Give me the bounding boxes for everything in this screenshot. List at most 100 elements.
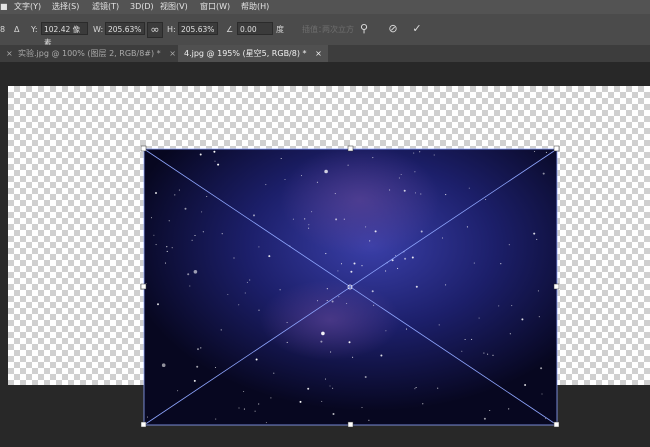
star xyxy=(166,246,168,248)
star xyxy=(389,189,391,191)
star xyxy=(166,250,168,252)
star xyxy=(197,348,199,351)
star xyxy=(316,300,319,302)
star xyxy=(419,151,421,153)
star xyxy=(193,379,196,382)
star xyxy=(405,328,408,330)
star xyxy=(265,184,267,186)
star xyxy=(353,262,356,265)
star xyxy=(364,376,367,378)
star xyxy=(265,422,267,424)
star xyxy=(361,406,363,409)
star xyxy=(321,400,323,402)
star xyxy=(227,293,229,296)
handle-bottom-middle[interactable] xyxy=(347,421,354,428)
star xyxy=(308,224,310,226)
star xyxy=(352,356,354,358)
star xyxy=(320,340,323,343)
star xyxy=(157,303,159,306)
star xyxy=(487,353,489,355)
star xyxy=(413,152,415,154)
star xyxy=(438,324,440,326)
star xyxy=(254,410,256,412)
star xyxy=(536,238,538,240)
star xyxy=(280,157,282,160)
star xyxy=(537,290,539,292)
star xyxy=(489,409,491,412)
star xyxy=(346,302,348,305)
star xyxy=(498,305,500,307)
star xyxy=(307,387,310,390)
star xyxy=(508,408,510,410)
star xyxy=(220,329,222,331)
star xyxy=(324,169,328,174)
star xyxy=(258,403,260,405)
star xyxy=(164,262,167,264)
star xyxy=(325,253,327,255)
star xyxy=(268,255,271,258)
star xyxy=(284,178,286,181)
star xyxy=(189,285,191,287)
star xyxy=(150,217,153,219)
star xyxy=(542,172,545,175)
star xyxy=(338,296,340,298)
star xyxy=(233,257,235,259)
star xyxy=(213,150,216,153)
star xyxy=(414,388,416,390)
star xyxy=(369,240,371,242)
star xyxy=(199,153,202,156)
star xyxy=(414,171,416,173)
star xyxy=(244,292,246,294)
handle-middle-left[interactable] xyxy=(140,283,147,290)
handle-top-middle[interactable] xyxy=(347,145,354,152)
star xyxy=(337,270,339,272)
nebula-glow xyxy=(280,145,440,255)
star xyxy=(202,231,204,233)
star xyxy=(321,331,325,336)
star xyxy=(308,227,310,229)
star xyxy=(471,338,473,340)
star xyxy=(545,151,547,153)
star xyxy=(437,387,439,389)
star xyxy=(420,193,422,195)
star xyxy=(445,284,447,286)
star xyxy=(361,265,363,267)
star xyxy=(153,234,155,236)
star xyxy=(243,408,245,410)
star xyxy=(509,333,511,335)
star xyxy=(214,366,217,369)
handle-top-right[interactable] xyxy=(553,145,560,152)
star xyxy=(464,338,466,341)
star xyxy=(403,189,406,192)
star xyxy=(373,304,375,306)
handle-bottom-left[interactable] xyxy=(140,421,147,428)
star xyxy=(332,387,334,389)
star xyxy=(330,351,332,353)
handle-bottom-right[interactable] xyxy=(553,421,560,428)
star xyxy=(540,367,543,370)
star xyxy=(395,254,397,257)
star xyxy=(340,263,343,265)
star xyxy=(155,244,157,246)
star xyxy=(161,363,166,368)
star xyxy=(168,220,170,222)
handle-middle-right[interactable] xyxy=(553,283,560,290)
star xyxy=(273,372,275,374)
star xyxy=(533,150,536,153)
star xyxy=(398,177,400,179)
handle-top-left[interactable] xyxy=(140,145,147,152)
star xyxy=(508,244,510,246)
star xyxy=(191,239,193,241)
star xyxy=(177,390,179,392)
star xyxy=(483,417,486,420)
star xyxy=(473,262,475,264)
star xyxy=(350,270,353,273)
star xyxy=(206,195,208,198)
star xyxy=(385,270,387,272)
star xyxy=(326,299,328,302)
star xyxy=(193,270,198,274)
star xyxy=(196,365,199,368)
star xyxy=(365,226,367,228)
star xyxy=(461,350,463,352)
star xyxy=(541,393,543,395)
